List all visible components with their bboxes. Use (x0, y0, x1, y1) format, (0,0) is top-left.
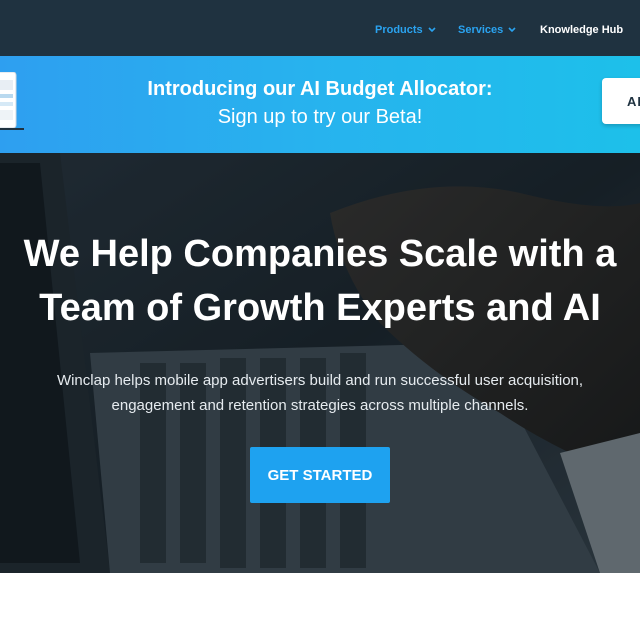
hero-headline: We Help Companies Scale with a Team of G… (0, 227, 640, 335)
banner-subtitle[interactable]: Sign up to try our Beta! (0, 106, 640, 129)
description-line: Winclap helps mobile app advertisers bui… (56, 372, 584, 389)
nav-item-products[interactable]: Products (375, 24, 436, 36)
top-navigation-bar: Products Services Knowledge Hub (0, 0, 640, 56)
get-started-button[interactable]: GET STARTED (250, 447, 390, 503)
headline-line: We Help Companies Scale with a (23, 233, 617, 275)
description-line: engagement and retention strategies acro… (111, 397, 529, 414)
nav-item-label: Knowledge Hub (540, 24, 624, 36)
nav-item-knowledge-hub[interactable]: Knowledge Hub (540, 24, 623, 36)
nav-item-label: Services (458, 24, 504, 36)
hero-overlay (0, 153, 640, 573)
chevron-down-icon (428, 27, 436, 33)
apply-button[interactable]: AP (602, 78, 640, 124)
headline-line: Team of Growth Experts and AI (39, 287, 601, 329)
promo-banner (0, 56, 640, 153)
hero-section: We Help Companies Scale with a Team of G… (0, 153, 640, 573)
content-area (0, 573, 640, 640)
nav-item-label: Products (375, 24, 423, 36)
chevron-down-icon (508, 27, 516, 33)
nav-item-services[interactable]: Services (458, 24, 516, 36)
banner-title: Introducing our AI Budget Allocator: (147, 78, 493, 100)
hero-description: Winclap helps mobile app advertisers bui… (0, 368, 640, 418)
